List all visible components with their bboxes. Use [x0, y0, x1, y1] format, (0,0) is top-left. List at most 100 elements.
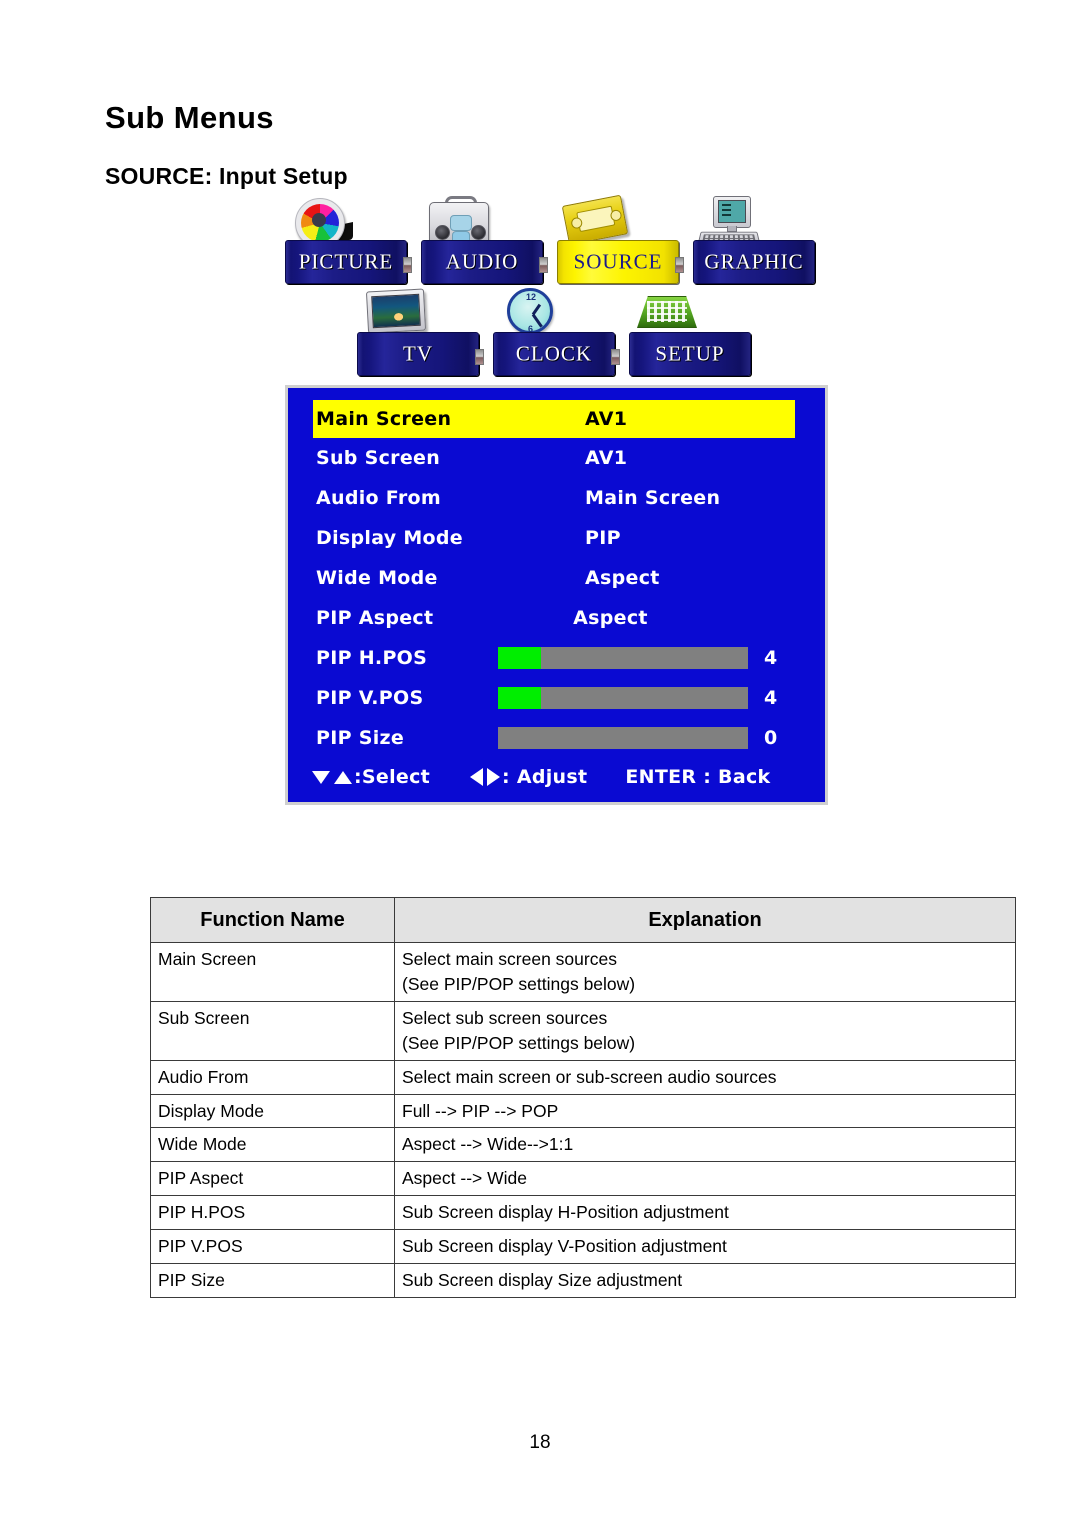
osd-value: AV1: [585, 408, 628, 430]
osd-hint-back-label: ENTER : Back: [625, 766, 771, 788]
osd-slider-fill: [498, 647, 541, 669]
cell-explanation-line-2: (See PIP/POP settings below): [402, 974, 636, 995]
menu-connector-nub: [539, 257, 548, 273]
osd-slider-value: 4: [764, 647, 778, 669]
osd-label: Audio From: [316, 487, 441, 509]
cell-explanation: Sub Screen display Size adjustment: [394, 1262, 1016, 1298]
menu-connector-nub: [403, 257, 412, 273]
table-row: PIP Aspect Aspect --> Wide: [150, 1161, 1016, 1197]
osd-hint-adjust: : Adjust: [468, 766, 587, 788]
menu-button-audio-label: AUDIO: [445, 249, 519, 274]
menu-button-clock-label: CLOCK: [515, 341, 593, 366]
cell-function-name: Audio From: [150, 1059, 395, 1095]
osd-row-main-screen[interactable]: Main Screen AV1: [313, 400, 795, 438]
table-row: PIP V.POS Sub Screen display V-Position …: [150, 1228, 1016, 1264]
cell-explanation: Select main screen sources (See PIP/POP …: [394, 942, 1016, 1003]
menu-connector-nub: [611, 349, 620, 365]
cell-explanation-line-1: Select main screen sources: [402, 949, 617, 970]
menu-connector-nub: [475, 349, 484, 365]
cell-explanation: Select main screen or sub-screen audio s…: [394, 1059, 1016, 1095]
table-row: Wide Mode Aspect --> Wide-->1:1: [150, 1127, 1016, 1163]
menu-connector-nub: [675, 257, 684, 273]
menu-button-source[interactable]: SOURCE: [557, 194, 684, 288]
cell-function-name: Sub Screen: [150, 1001, 395, 1061]
osd-slider-value: 0: [764, 727, 778, 749]
osd-label: PIP Size: [316, 727, 405, 749]
table-row: PIP H.POS Sub Screen display H-Position …: [150, 1195, 1016, 1230]
arrow-down-icon: [312, 770, 330, 784]
arrow-right-icon: [487, 768, 501, 786]
arrow-left-icon: [470, 768, 484, 786]
cell-explanation-line-2: (See PIP/POP settings below): [402, 1032, 636, 1053]
osd-hint-back: ENTER : Back: [625, 766, 770, 788]
osd-value: Aspect: [585, 567, 660, 589]
page-number: 18: [529, 1432, 551, 1453]
osd-row-pip-size[interactable]: PIP Size 0: [288, 718, 825, 758]
osd-label: Wide Mode: [316, 567, 438, 589]
osd-label: Sub Screen: [316, 447, 441, 469]
cell-function-name: PIP Aspect: [150, 1161, 395, 1197]
osd-row-audio-from[interactable]: Audio From Main Screen: [288, 478, 825, 518]
arrow-up-icon: [334, 770, 352, 784]
table-row: Main Screen Select main screen sources (…: [150, 942, 1016, 1003]
osd-slider-value: 4: [764, 687, 778, 709]
osd-value: PIP: [585, 527, 621, 549]
cell-function-name: Display Mode: [150, 1093, 395, 1129]
osd-row-display-mode[interactable]: Display Mode PIP: [288, 518, 825, 558]
cell-explanation: Select sub screen sources (See PIP/POP s…: [394, 1001, 1016, 1061]
osd-panel: Main Screen AV1 Sub Screen AV1 Audio Fro…: [285, 385, 828, 805]
table-row: Audio From Select main screen or sub-scr…: [150, 1059, 1016, 1095]
cell-explanation: Full --> PIP --> POP: [394, 1093, 1016, 1129]
menu-button-graphic-label: GRAPHIC: [704, 249, 804, 274]
cell-function-name: Main Screen: [150, 942, 395, 1003]
osd-hint-adjust-label: : Adjust: [502, 766, 588, 788]
osd-value: AV1: [585, 447, 628, 469]
cell-function-name: PIP Size: [150, 1262, 395, 1298]
table-row: Sub Screen Select sub screen sources (Se…: [150, 1001, 1016, 1061]
table-row: Display Mode Full --> PIP --> POP: [150, 1093, 1016, 1129]
menu-button-setup-label: SETUP: [655, 341, 725, 366]
menu-button-tv-label: TV: [403, 341, 433, 366]
menu-button-tv[interactable]: TV: [357, 288, 484, 380]
osd-slider-track[interactable]: [498, 727, 748, 749]
table-row: PIP Size Sub Screen display Size adjustm…: [150, 1262, 1016, 1298]
osd-row-pip-hpos[interactable]: PIP H.POS 4: [288, 638, 825, 678]
function-table: Function Name Explanation Main Screen Se…: [150, 896, 1016, 1298]
osd-label: Main Screen: [316, 408, 452, 430]
osd-icon-menu: PICTURE AUDIO SOURCE GRAPHIC TV 12 6 CLO…: [285, 194, 830, 381]
page-title: Sub Menus: [105, 100, 274, 135]
osd-footer-hints: :Select : Adjust ENTER : Back: [288, 766, 825, 788]
column-header-function-name: Function Name: [150, 896, 395, 944]
osd-row-wide-mode[interactable]: Wide Mode Aspect: [288, 558, 825, 598]
osd-slider-track[interactable]: [498, 687, 748, 709]
menu-button-source-label: SOURCE: [573, 249, 663, 274]
osd-label: PIP V.POS: [316, 687, 424, 709]
cell-function-name: PIP V.POS: [150, 1228, 395, 1264]
column-header-explanation: Explanation: [394, 896, 1016, 944]
osd-value: Main Screen: [585, 487, 721, 509]
section-title: SOURCE: Input Setup: [105, 163, 348, 189]
table-header-row: Function Name Explanation: [150, 896, 1016, 944]
osd-value: Aspect: [573, 607, 648, 629]
menu-button-setup[interactable]: SETUP: [629, 288, 754, 380]
cell-explanation: Sub Screen display V-Position adjustment: [394, 1228, 1016, 1264]
osd-row-list: Main Screen AV1 Sub Screen AV1 Audio Fro…: [288, 400, 825, 758]
osd-hint-select-label: :Select: [354, 766, 431, 788]
menu-button-clock[interactable]: 12 6 CLOCK: [493, 288, 620, 380]
osd-row-sub-screen[interactable]: Sub Screen AV1: [288, 438, 825, 478]
osd-hint-select: :Select: [310, 766, 430, 788]
osd-row-pip-vpos[interactable]: PIP V.POS 4: [288, 678, 825, 718]
menu-button-graphic[interactable]: GRAPHIC: [693, 196, 818, 288]
cell-function-name: PIP H.POS: [150, 1195, 395, 1230]
menu-button-picture[interactable]: PICTURE: [285, 196, 412, 288]
cell-explanation: Aspect --> Wide-->1:1: [394, 1127, 1016, 1163]
cell-explanation: Aspect --> Wide: [394, 1161, 1016, 1197]
osd-slider-track[interactable]: [498, 647, 748, 669]
osd-row-pip-aspect[interactable]: PIP Aspect Aspect: [288, 598, 825, 638]
osd-slider-fill: [498, 687, 541, 709]
menu-button-audio[interactable]: AUDIO: [421, 196, 548, 288]
osd-label: Display Mode: [316, 527, 463, 549]
osd-label: PIP H.POS: [316, 647, 428, 669]
cell-explanation-line-1: Select sub screen sources: [402, 1008, 608, 1029]
cell-function-name: Wide Mode: [150, 1127, 395, 1163]
